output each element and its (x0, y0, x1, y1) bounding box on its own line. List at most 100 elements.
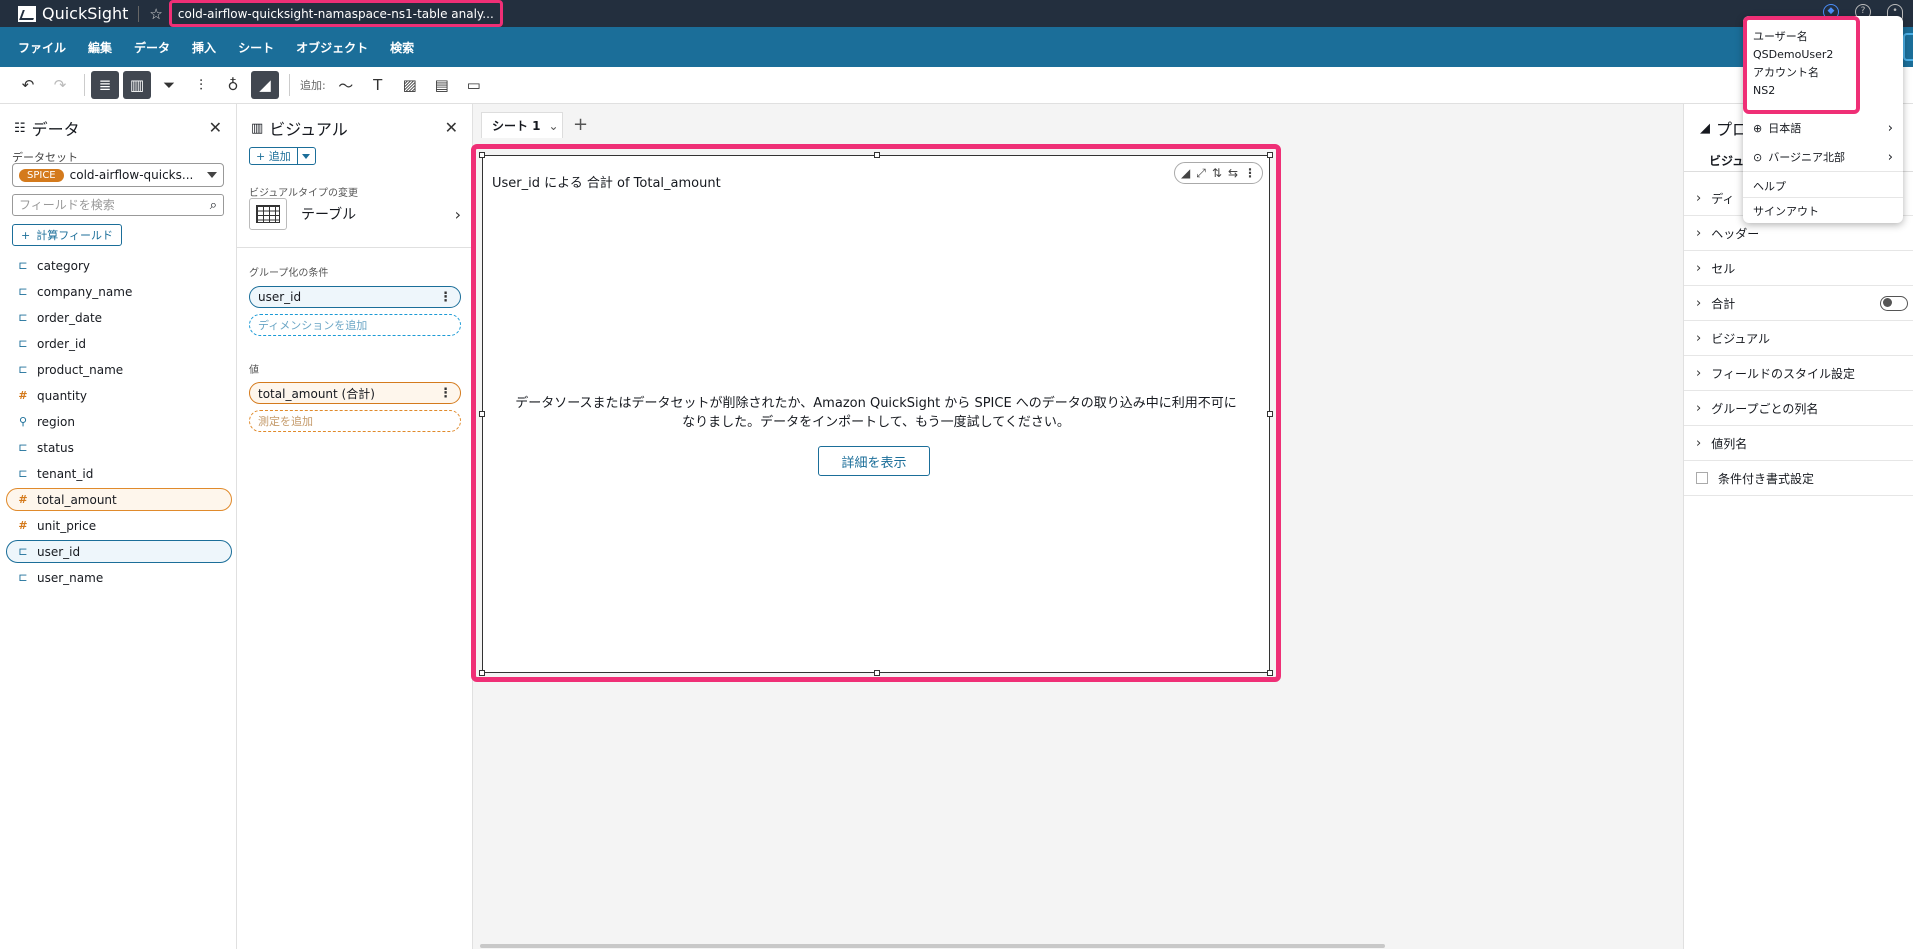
sort-icon[interactable]: ⇅ (1212, 166, 1222, 180)
field-item-user-name[interactable]: ⊏ user_name (6, 566, 232, 589)
horizontal-scrollbar[interactable] (480, 944, 1385, 948)
tab-visual[interactable]: ビジュ (1709, 152, 1744, 169)
help-menu-item[interactable]: ヘルプ (1743, 171, 1903, 199)
field-item-company-name[interactable]: ⊏ company_name (6, 280, 232, 303)
add-label: 追加: (300, 79, 326, 92)
add-dropdown-icon[interactable] (296, 148, 315, 164)
analysis-name[interactable]: cold-airflow-quicksight-namaspace-ns1-ta… (168, 0, 503, 27)
tab-sheet-1[interactable]: シート 1 ⌄ (481, 112, 563, 138)
dataset-select[interactable]: SPICE cold-airflow-quicks... (12, 163, 224, 187)
field-item-order-date[interactable]: ⊏ order_date (6, 306, 232, 329)
add-image-icon[interactable]: ▨ (396, 71, 424, 99)
property-section-6[interactable]: › グループごとの列名 (1684, 391, 1913, 426)
more-options-icon[interactable]: ⋮ (439, 290, 452, 305)
property-label: 合計 (1711, 296, 1736, 311)
filter-icon[interactable]: ⏷ (155, 71, 183, 99)
dimension-tag-icon: ⊏ (18, 259, 28, 272)
plus-icon: + (21, 228, 31, 242)
menu-file[interactable]: ファイル (18, 39, 66, 56)
add-visual-icon[interactable]: 〜 (332, 71, 360, 99)
value-field-well[interactable]: total_amount (合計) ⋮ (249, 382, 461, 404)
property-label: セル (1711, 261, 1736, 276)
chevron-down-icon[interactable]: ⌄ (549, 119, 559, 133)
field-label: region (37, 414, 75, 429)
add-measure-well[interactable]: 測定を追加 (249, 410, 461, 432)
favorite-star-icon[interactable]: ☆ (149, 5, 162, 23)
region-menu-item[interactable]: ⊙ バージニア北部 › (1743, 143, 1903, 171)
properties-panel: ◢ プロ ビジュ › ディ › ヘッダー › セル › 合計 › ビジュアル › フィールドのスタイル… (1683, 104, 1913, 949)
show-details-button[interactable]: 詳細を表示 (818, 446, 930, 476)
menu-insert[interactable]: 挿入 (192, 39, 216, 56)
add-sheet-icon[interactable]: + (573, 114, 588, 135)
format-visual-icon[interactable]: ◢ (1181, 166, 1190, 180)
undo-icon[interactable]: ↶ (14, 71, 42, 99)
menu-sheet[interactable]: シート (238, 39, 274, 56)
resize-handle[interactable] (1267, 670, 1273, 676)
field-item-order-id[interactable]: ⊏ order_id (6, 332, 232, 355)
totals-toggle[interactable] (1880, 295, 1908, 311)
menu-data[interactable]: データ (134, 39, 170, 56)
visual-pane-icon[interactable]: ▥ (123, 71, 151, 99)
field-item-category[interactable]: ⊏ category (6, 254, 232, 277)
add-visual-button[interactable]: + 追加 (249, 147, 316, 165)
redo-icon[interactable]: ↷ (46, 71, 74, 99)
bar-chart-icon: ▥ (251, 120, 264, 136)
property-section-8[interactable]: 条件付き書式設定 (1684, 461, 1913, 496)
parameters-icon[interactable]: ⫶ (187, 71, 215, 99)
chevron-right-icon: › (1887, 149, 1893, 165)
menu-object[interactable]: オブジェクト (296, 39, 368, 56)
chevron-right-icon: › (454, 204, 461, 224)
language-menu-item[interactable]: ⊕ 日本語 › (1743, 114, 1903, 142)
conditional-format-icon (1696, 472, 1708, 484)
resize-handle[interactable] (874, 670, 880, 676)
data-pane-icon[interactable]: ≣ (91, 71, 119, 99)
add-insight-icon[interactable]: ▤ (428, 71, 456, 99)
property-section-4[interactable]: › ビジュアル (1684, 321, 1913, 356)
menu-edit[interactable]: 編集 (88, 39, 112, 56)
property-section-3[interactable]: › 合計 (1684, 286, 1913, 321)
menu-search[interactable]: 検索 (390, 39, 414, 56)
sheet-tab-bar: シート 1 ⌄ + (473, 104, 1683, 142)
field-item-quantity[interactable]: # quantity (6, 384, 232, 407)
field-item-unit-price[interactable]: # unit_price (6, 514, 232, 537)
field-item-tenant-id[interactable]: ⊏ tenant_id (6, 462, 232, 485)
more-options-icon[interactable]: ⋮ (439, 386, 452, 401)
share-button-edge[interactable] (1903, 33, 1913, 61)
visual-title[interactable]: User_id による 合計 of Total_amount (492, 172, 721, 191)
add-control-icon[interactable]: ▭ (460, 71, 488, 99)
resize-handle[interactable] (874, 152, 880, 158)
field-item-status[interactable]: ⊏ status (6, 436, 232, 459)
resize-handle[interactable] (479, 152, 485, 158)
close-icon[interactable]: ✕ (209, 118, 222, 137)
visual-type-selector[interactable]: テーブル › (249, 196, 461, 232)
field-item-region[interactable]: ⚲ region (6, 410, 232, 433)
field-item-user-id[interactable]: ⊏ user_id (6, 540, 232, 563)
field-label: order_date (37, 310, 103, 325)
close-icon[interactable]: ✕ (445, 118, 458, 137)
visual-panel-title: ▥ ビジュアル (251, 120, 348, 139)
resize-handle[interactable] (1267, 152, 1273, 158)
field-search-input[interactable] (19, 198, 210, 212)
swap-icon[interactable]: ⇆ (1228, 166, 1238, 180)
field-item-total-amount[interactable]: # total_amount (6, 488, 232, 511)
add-dimension-well[interactable]: ディメンションを追加 (249, 314, 461, 336)
search-icon[interactable]: ⌕ (210, 198, 217, 213)
field-item-product-name[interactable]: ⊏ product_name (6, 358, 232, 381)
signout-menu-item[interactable]: サインアウト (1743, 197, 1903, 223)
chevron-right-icon: › (1696, 260, 1702, 276)
chevron-right-icon: › (1696, 190, 1702, 206)
add-text-icon[interactable]: T (364, 71, 392, 99)
property-section-2[interactable]: › セル (1684, 251, 1913, 286)
calculated-field-button[interactable]: + 計算フィールド (12, 224, 122, 246)
more-options-icon[interactable]: ⋮ (1244, 166, 1256, 180)
group-by-field-well[interactable]: user_id ⋮ (249, 286, 461, 308)
insights-icon[interactable]: ♁ (219, 71, 247, 99)
expand-icon[interactable]: ⤢ (1196, 166, 1206, 181)
property-section-5[interactable]: › フィールドのスタイル設定 (1684, 356, 1913, 391)
quicksight-logo[interactable]: QuickSight (18, 4, 128, 23)
resize-handle[interactable] (479, 670, 485, 676)
chevron-right-icon: › (1696, 400, 1702, 416)
table-visual[interactable]: User_id による 合計 of Total_amount ◢ ⤢ ⇅ ⇆ ⋮… (479, 152, 1273, 676)
properties-pane-icon[interactable]: ◢ (251, 71, 279, 99)
property-section-7[interactable]: › 値列名 (1684, 426, 1913, 461)
